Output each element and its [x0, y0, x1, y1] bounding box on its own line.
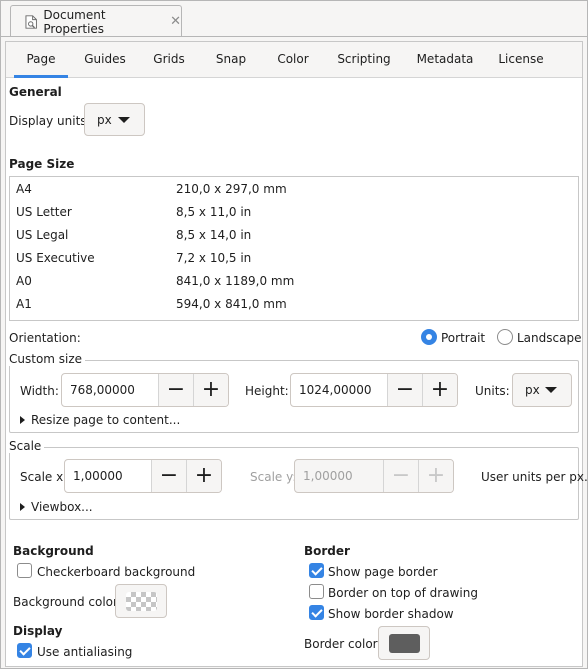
border-on-top-label[interactable]: Border on top of drawing	[328, 586, 478, 600]
scale-x-input[interactable]	[65, 460, 151, 492]
tab-metadata[interactable]: Metadata	[412, 42, 478, 78]
user-units-label: User units per px.	[481, 470, 588, 484]
page-size-dimensions: 8,5 x 14,0 in	[176, 228, 252, 242]
antialiasing-label[interactable]: Use antialiasing	[37, 645, 132, 659]
chevron-down-icon	[118, 116, 130, 123]
width-decrease-button[interactable]: −	[158, 374, 193, 406]
resize-page-expander[interactable]: Resize page to content...	[20, 413, 180, 427]
checkerboard-label[interactable]: Checkerboard background	[37, 565, 195, 579]
height-decrease-button[interactable]: −	[387, 374, 422, 406]
width-stepper: − +	[61, 373, 229, 407]
border-color-button[interactable]	[378, 626, 430, 660]
page-size-name: A1	[16, 297, 32, 311]
page-size-row[interactable]: A4 210,0 x 297,0 mm	[10, 178, 578, 201]
tab-page[interactable]: Page	[14, 42, 68, 78]
display-heading: Display	[13, 624, 63, 638]
border-heading: Border	[304, 544, 350, 558]
page-size-heading: Page Size	[9, 157, 75, 171]
show-shadow-checkbox[interactable]	[309, 605, 324, 620]
page-size-name: US Executive	[16, 251, 95, 265]
scale-x-stepper: − +	[64, 459, 222, 493]
page-size-dimensions: 841,0 x 1189,0 mm	[176, 274, 295, 288]
height-stepper: − +	[290, 373, 458, 407]
units-dropdown[interactable]: px	[512, 373, 572, 407]
background-color-label: Background color:	[13, 595, 122, 609]
viewbox-label: Viewbox...	[31, 500, 93, 514]
width-increase-button[interactable]: +	[193, 374, 228, 406]
document-properties-window: Document Properties ✕ Page Guides Grids …	[0, 0, 588, 669]
units-value: px	[525, 383, 540, 397]
units-label: Units:	[475, 384, 510, 398]
orientation-label: Orientation:	[9, 331, 81, 345]
scale-x-decrease-button[interactable]: −	[151, 460, 186, 492]
page-size-row[interactable]: A0 841,0 x 1189,0 mm	[10, 270, 578, 293]
height-input[interactable]	[291, 374, 387, 406]
tabstrip-divider	[1, 36, 587, 37]
landscape-radio[interactable]	[497, 329, 513, 345]
tab-snap[interactable]: Snap	[210, 42, 252, 78]
page-size-list: A4 210,0 x 297,0 mm US Letter 8,5 x 11,0…	[9, 176, 579, 321]
border-color-label: Border color:	[304, 637, 382, 651]
custom-size-title: Custom size	[9, 352, 86, 366]
document-properties-tab[interactable]: Document Properties ✕	[10, 5, 182, 37]
landscape-label[interactable]: Landscape	[517, 331, 581, 345]
resize-page-label: Resize page to content...	[31, 413, 181, 427]
show-border-label[interactable]: Show page border	[328, 565, 438, 579]
page-size-dimensions: 210,0 x 297,0 mm	[176, 182, 287, 196]
viewbox-expander[interactable]: Viewbox...	[20, 500, 93, 514]
tab-guides[interactable]: Guides	[79, 42, 131, 78]
expander-arrow-icon	[20, 416, 25, 424]
general-heading: General	[9, 85, 62, 99]
display-units-dropdown[interactable]: px	[84, 103, 145, 136]
border-on-top-checkbox[interactable]	[309, 584, 324, 599]
tab-scripting[interactable]: Scripting	[333, 42, 395, 78]
height-increase-button[interactable]: +	[422, 374, 457, 406]
antialiasing-checkbox[interactable]	[17, 643, 32, 658]
width-input[interactable]	[62, 374, 158, 406]
scale-x-increase-button[interactable]: +	[186, 460, 221, 492]
scale-y-stepper: − +	[294, 459, 454, 493]
tab-color[interactable]: Color	[270, 42, 316, 78]
page-size-row[interactable]: US Legal 8,5 x 14,0 in	[10, 224, 578, 247]
background-color-swatch	[126, 592, 157, 611]
scale-y-decrease-button: −	[383, 460, 418, 492]
background-color-button[interactable]	[115, 584, 167, 618]
chevron-down-icon	[545, 387, 557, 393]
tab-license[interactable]: License	[494, 42, 548, 78]
page-size-dimensions: 7,2 x 10,5 in	[176, 251, 252, 265]
scale-y-label: Scale y:	[250, 470, 297, 484]
page-size-dimensions: 8,5 x 11,0 in	[176, 205, 252, 219]
tab-title: Document Properties	[43, 7, 106, 36]
portrait-label[interactable]: Portrait	[441, 331, 485, 345]
scale-x-label: Scale x:	[20, 470, 68, 484]
height-label: Height:	[245, 384, 289, 398]
page-size-row[interactable]: US Letter 8,5 x 11,0 in	[10, 201, 578, 224]
page-size-dimensions: 594,0 x 841,0 mm	[176, 297, 287, 311]
page-properties-panel: Page Guides Grids Snap Color Scripting M…	[5, 41, 588, 667]
checkerboard-checkbox[interactable]	[17, 563, 32, 578]
page-size-name: US Letter	[16, 205, 72, 219]
close-tab-icon[interactable]: ✕	[170, 14, 181, 29]
properties-tab-bar: Page Guides Grids Snap Color Scripting M…	[6, 42, 582, 78]
expander-arrow-icon	[20, 503, 25, 511]
page-size-row[interactable]: A1 594,0 x 841,0 mm	[10, 293, 578, 316]
page-size-name: A4	[16, 182, 32, 196]
tab-grids[interactable]: Grids	[147, 42, 191, 78]
display-units-value: px	[97, 112, 112, 127]
portrait-radio[interactable]	[421, 329, 437, 345]
scale-title: Scale	[9, 439, 45, 453]
show-shadow-label[interactable]: Show border shadow	[328, 607, 454, 621]
background-heading: Background	[13, 544, 94, 558]
document-properties-icon	[25, 14, 37, 29]
width-label: Width:	[20, 384, 59, 398]
page-size-row[interactable]: US Executive 7,2 x 10,5 in	[10, 247, 578, 270]
scale-y-input	[295, 460, 383, 492]
scale-y-increase-button: +	[418, 460, 453, 492]
border-color-swatch	[389, 634, 420, 653]
display-units-label: Display units:	[9, 114, 91, 128]
show-border-checkbox[interactable]	[309, 563, 324, 578]
page-size-name: US Legal	[16, 228, 69, 242]
page-size-name: A0	[16, 274, 32, 288]
